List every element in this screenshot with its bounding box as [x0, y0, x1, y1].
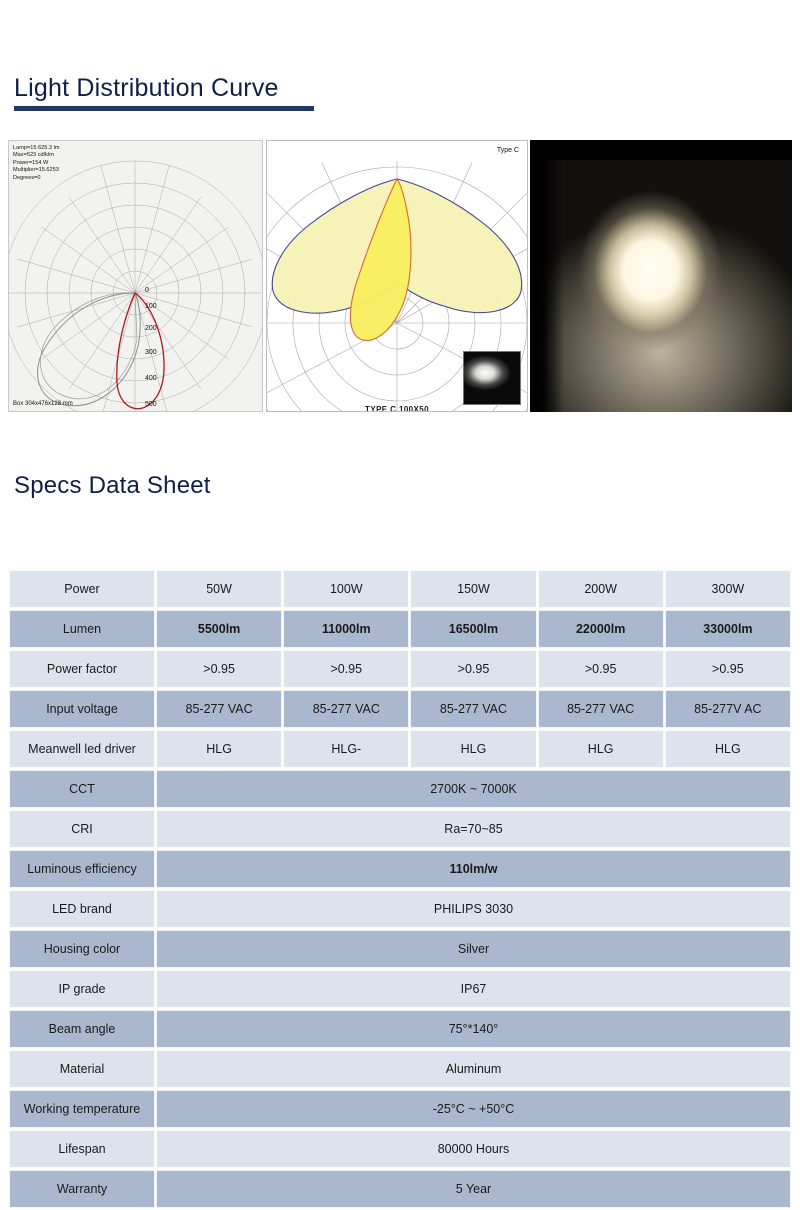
polar-scale-400: 400	[145, 375, 157, 382]
spec-row-label: Lumen	[9, 610, 155, 648]
table-row: Lifespan 80000 Hours	[9, 1130, 791, 1168]
table-row: IP grade IP67	[9, 970, 791, 1008]
box-dimensions-note: Box 304x476x128 mm	[13, 401, 73, 407]
spec-row-label: Luminous efficiency	[9, 850, 155, 888]
luminous-intensity-distribution-diagram: Type C TYPE C 100X50	[266, 140, 528, 412]
table-row: CRI Ra=70~85	[9, 810, 791, 848]
spec-row-value: 300W	[664, 570, 791, 608]
spec-row-value: 50W	[156, 570, 283, 608]
spec-row-label: Beam angle	[9, 1010, 155, 1048]
spec-row-value: 150W	[410, 570, 537, 608]
specs-table-body: Power 50W 100W 150W 200W 300W Lumen 5500lm 11000…	[9, 570, 791, 1208]
spec-row-label: Material	[9, 1050, 155, 1088]
spec-row-value: 85-277 VAC	[410, 690, 537, 728]
spec-row-value: HLG	[537, 730, 664, 768]
spec-row-value: HLG	[156, 730, 283, 768]
table-row: Lumen 5500lm 11000lm 16500lm 22000lm 33000lm	[9, 610, 791, 648]
spec-row-merged-value: 5 Year	[156, 1170, 791, 1208]
light-distribution-image-row: Lamp=15 625.3 lm Max=523 cd/klm Power=15…	[8, 140, 792, 412]
spec-row-label: Working temperature	[9, 1090, 155, 1128]
beam-glow	[530, 140, 792, 412]
polar-scale-300: 300	[145, 349, 157, 356]
spec-row-value: 22000lm	[537, 610, 664, 648]
spec-row-merged-value: 2700K ~ 7000K	[156, 770, 791, 808]
table-row: Beam angle 75°*140°	[9, 1010, 791, 1048]
polar-scale-100: 100	[145, 303, 157, 310]
table-row: Power 50W 100W 150W 200W 300W	[9, 570, 791, 608]
spec-row-label: Lifespan	[9, 1130, 155, 1168]
spec-row-merged-value: Ra=70~85	[156, 810, 791, 848]
table-row: LED brand PHILIPS 3030	[9, 890, 791, 928]
spec-row-value: 85-277 VAC	[283, 690, 410, 728]
spec-row-label: Input voltage	[9, 690, 155, 728]
spec-row-label: IP grade	[9, 970, 155, 1008]
page-title-light-distribution-curve: Light Distribution Curve	[14, 74, 279, 102]
table-row: Warranty 5 Year	[9, 1170, 791, 1208]
page-title-specs-data-sheet: Specs Data Sheet	[14, 472, 211, 499]
spec-row-merged-value: PHILIPS 3030	[156, 890, 791, 928]
spec-row-value: 85-277 VAC	[537, 690, 664, 728]
polar-scale-0: 0	[145, 287, 149, 294]
spec-row-label: CRI	[9, 810, 155, 848]
table-row: Material Aluminum	[9, 1050, 791, 1088]
spec-row-merged-value: 75°*140°	[156, 1010, 791, 1048]
spec-row-value: >0.95	[410, 650, 537, 688]
table-row: Power factor >0.95 >0.95 >0.95 >0.95 >0.95	[9, 650, 791, 688]
photo-top-shadow	[530, 140, 792, 160]
spec-row-value: 85-277 VAC	[156, 690, 283, 728]
spec-row-value: 85-277V AC	[664, 690, 791, 728]
spec-row-value: HLG-	[283, 730, 410, 768]
spec-row-value: 100W	[283, 570, 410, 608]
spec-row-value: >0.95	[283, 650, 410, 688]
spec-row-value: >0.95	[156, 650, 283, 688]
spec-row-value: 16500lm	[410, 610, 537, 648]
spec-row-merged-value: Aluminum	[156, 1050, 791, 1088]
specs-data-table: Power 50W 100W 150W 200W 300W Lumen 5500lm 11000…	[8, 568, 792, 1210]
spec-row-merged-value: 80000 Hours	[156, 1130, 791, 1168]
spec-row-label: Meanwell led driver	[9, 730, 155, 768]
table-row: Meanwell led driver HLG HLG- HLG HLG HLG	[9, 730, 791, 768]
spec-row-merged-value: IP67	[156, 970, 791, 1008]
spec-row-label: CCT	[9, 770, 155, 808]
table-row: Input voltage 85-277 VAC 85-277 VAC 85-277 …	[9, 690, 791, 728]
spec-row-label: Housing color	[9, 930, 155, 968]
type-c-label: Type C	[496, 147, 519, 154]
spec-row-value: >0.95	[537, 650, 664, 688]
spec-row-value: HLG	[664, 730, 791, 768]
polar-scale-200: 200	[145, 325, 157, 332]
photo-left-shadow	[530, 140, 564, 412]
table-row: CCT 2700K ~ 7000K	[9, 770, 791, 808]
spec-row-merged-value: 110lm/w	[156, 850, 791, 888]
night-beam-photo	[530, 140, 792, 412]
fixture-beam-thumbnail	[463, 351, 521, 405]
spec-row-value: >0.95	[664, 650, 791, 688]
title-underline-rule	[14, 106, 314, 111]
polar-scale-500: 500	[145, 401, 157, 408]
table-row: Working temperature -25°C ~ +50°C	[9, 1090, 791, 1128]
photometry-meta-text: Lamp=15 625.3 lm Max=523 cd/klm Power=15…	[13, 145, 60, 181]
spec-row-value: 200W	[537, 570, 664, 608]
spec-row-merged-value: Silver	[156, 930, 791, 968]
spec-row-value: 11000lm	[283, 610, 410, 648]
spec-row-value: 5500lm	[156, 610, 283, 648]
table-row: Housing color Silver	[9, 930, 791, 968]
spec-row-merged-value: -25°C ~ +50°C	[156, 1090, 791, 1128]
polar-candela-diagram: Lamp=15 625.3 lm Max=523 cd/klm Power=15…	[8, 140, 263, 412]
table-row: Luminous efficiency 110lm/w	[9, 850, 791, 888]
spec-row-label: Warranty	[9, 1170, 155, 1208]
spec-row-label: Power	[9, 570, 155, 608]
spec-row-label: LED brand	[9, 890, 155, 928]
spec-row-value: 33000lm	[664, 610, 791, 648]
spec-row-label: Power factor	[9, 650, 155, 688]
spec-row-value: HLG	[410, 730, 537, 768]
